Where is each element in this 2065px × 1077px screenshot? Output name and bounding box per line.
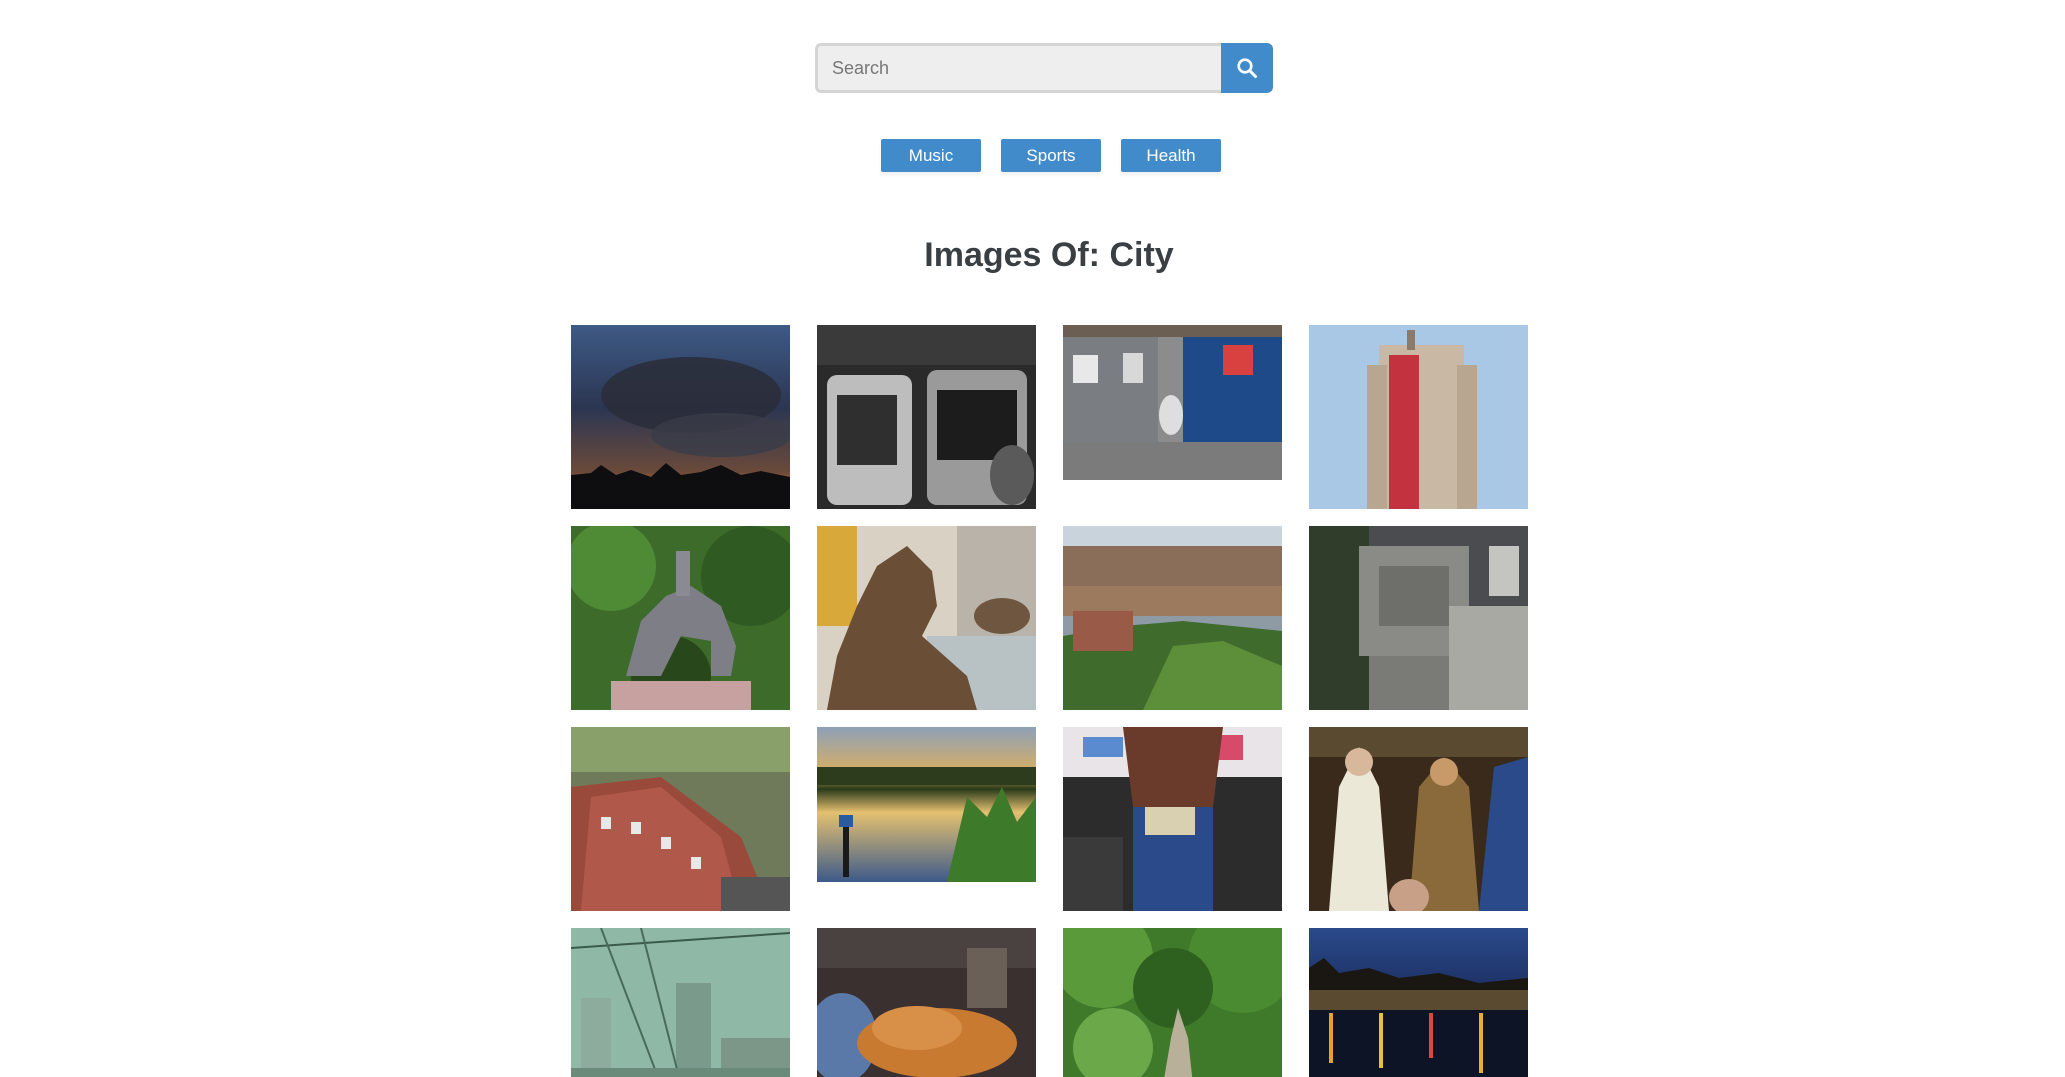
gallery-image[interactable] — [817, 526, 1036, 710]
category-button-health[interactable]: Health — [1121, 139, 1221, 172]
gallery-image[interactable] — [817, 928, 1036, 1077]
gallery-image[interactable] — [1063, 325, 1282, 480]
gallery-image[interactable] — [571, 928, 790, 1077]
gallery-image[interactable] — [1309, 325, 1528, 509]
gallery-image[interactable] — [1063, 928, 1282, 1077]
gallery-image[interactable] — [817, 727, 1036, 882]
search-icon — [1237, 58, 1257, 78]
category-buttons: Music Sports Health — [0, 139, 2065, 172]
gallery-image[interactable] — [817, 325, 1036, 509]
category-button-music[interactable]: Music — [881, 139, 981, 172]
page-title: Images Of: City — [924, 236, 1174, 274]
gallery-image[interactable] — [571, 727, 790, 911]
gallery-image[interactable] — [1063, 727, 1282, 911]
search-input[interactable] — [815, 43, 1221, 93]
gallery-image[interactable] — [1309, 928, 1528, 1077]
gallery-image[interactable] — [571, 526, 790, 710]
search-bar — [815, 43, 1273, 93]
image-grid — [571, 325, 1531, 1077]
category-button-sports[interactable]: Sports — [1001, 139, 1101, 172]
gallery-image[interactable] — [1309, 526, 1528, 710]
search-button[interactable] — [1221, 43, 1273, 93]
gallery-image[interactable] — [571, 325, 790, 509]
gallery-image[interactable] — [1309, 727, 1528, 911]
page: Music Sports Health Images Of: City — [0, 0, 2065, 1077]
gallery-image[interactable] — [1063, 526, 1282, 710]
